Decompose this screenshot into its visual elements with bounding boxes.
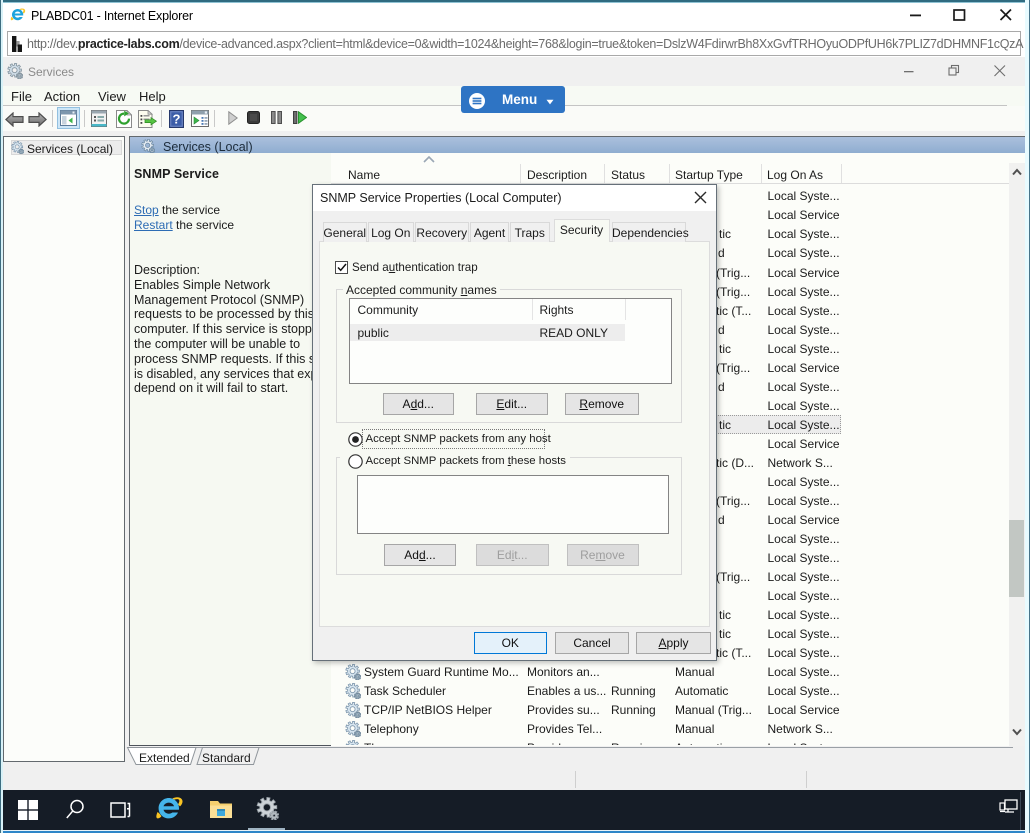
svg-text:?: ? <box>173 112 181 127</box>
